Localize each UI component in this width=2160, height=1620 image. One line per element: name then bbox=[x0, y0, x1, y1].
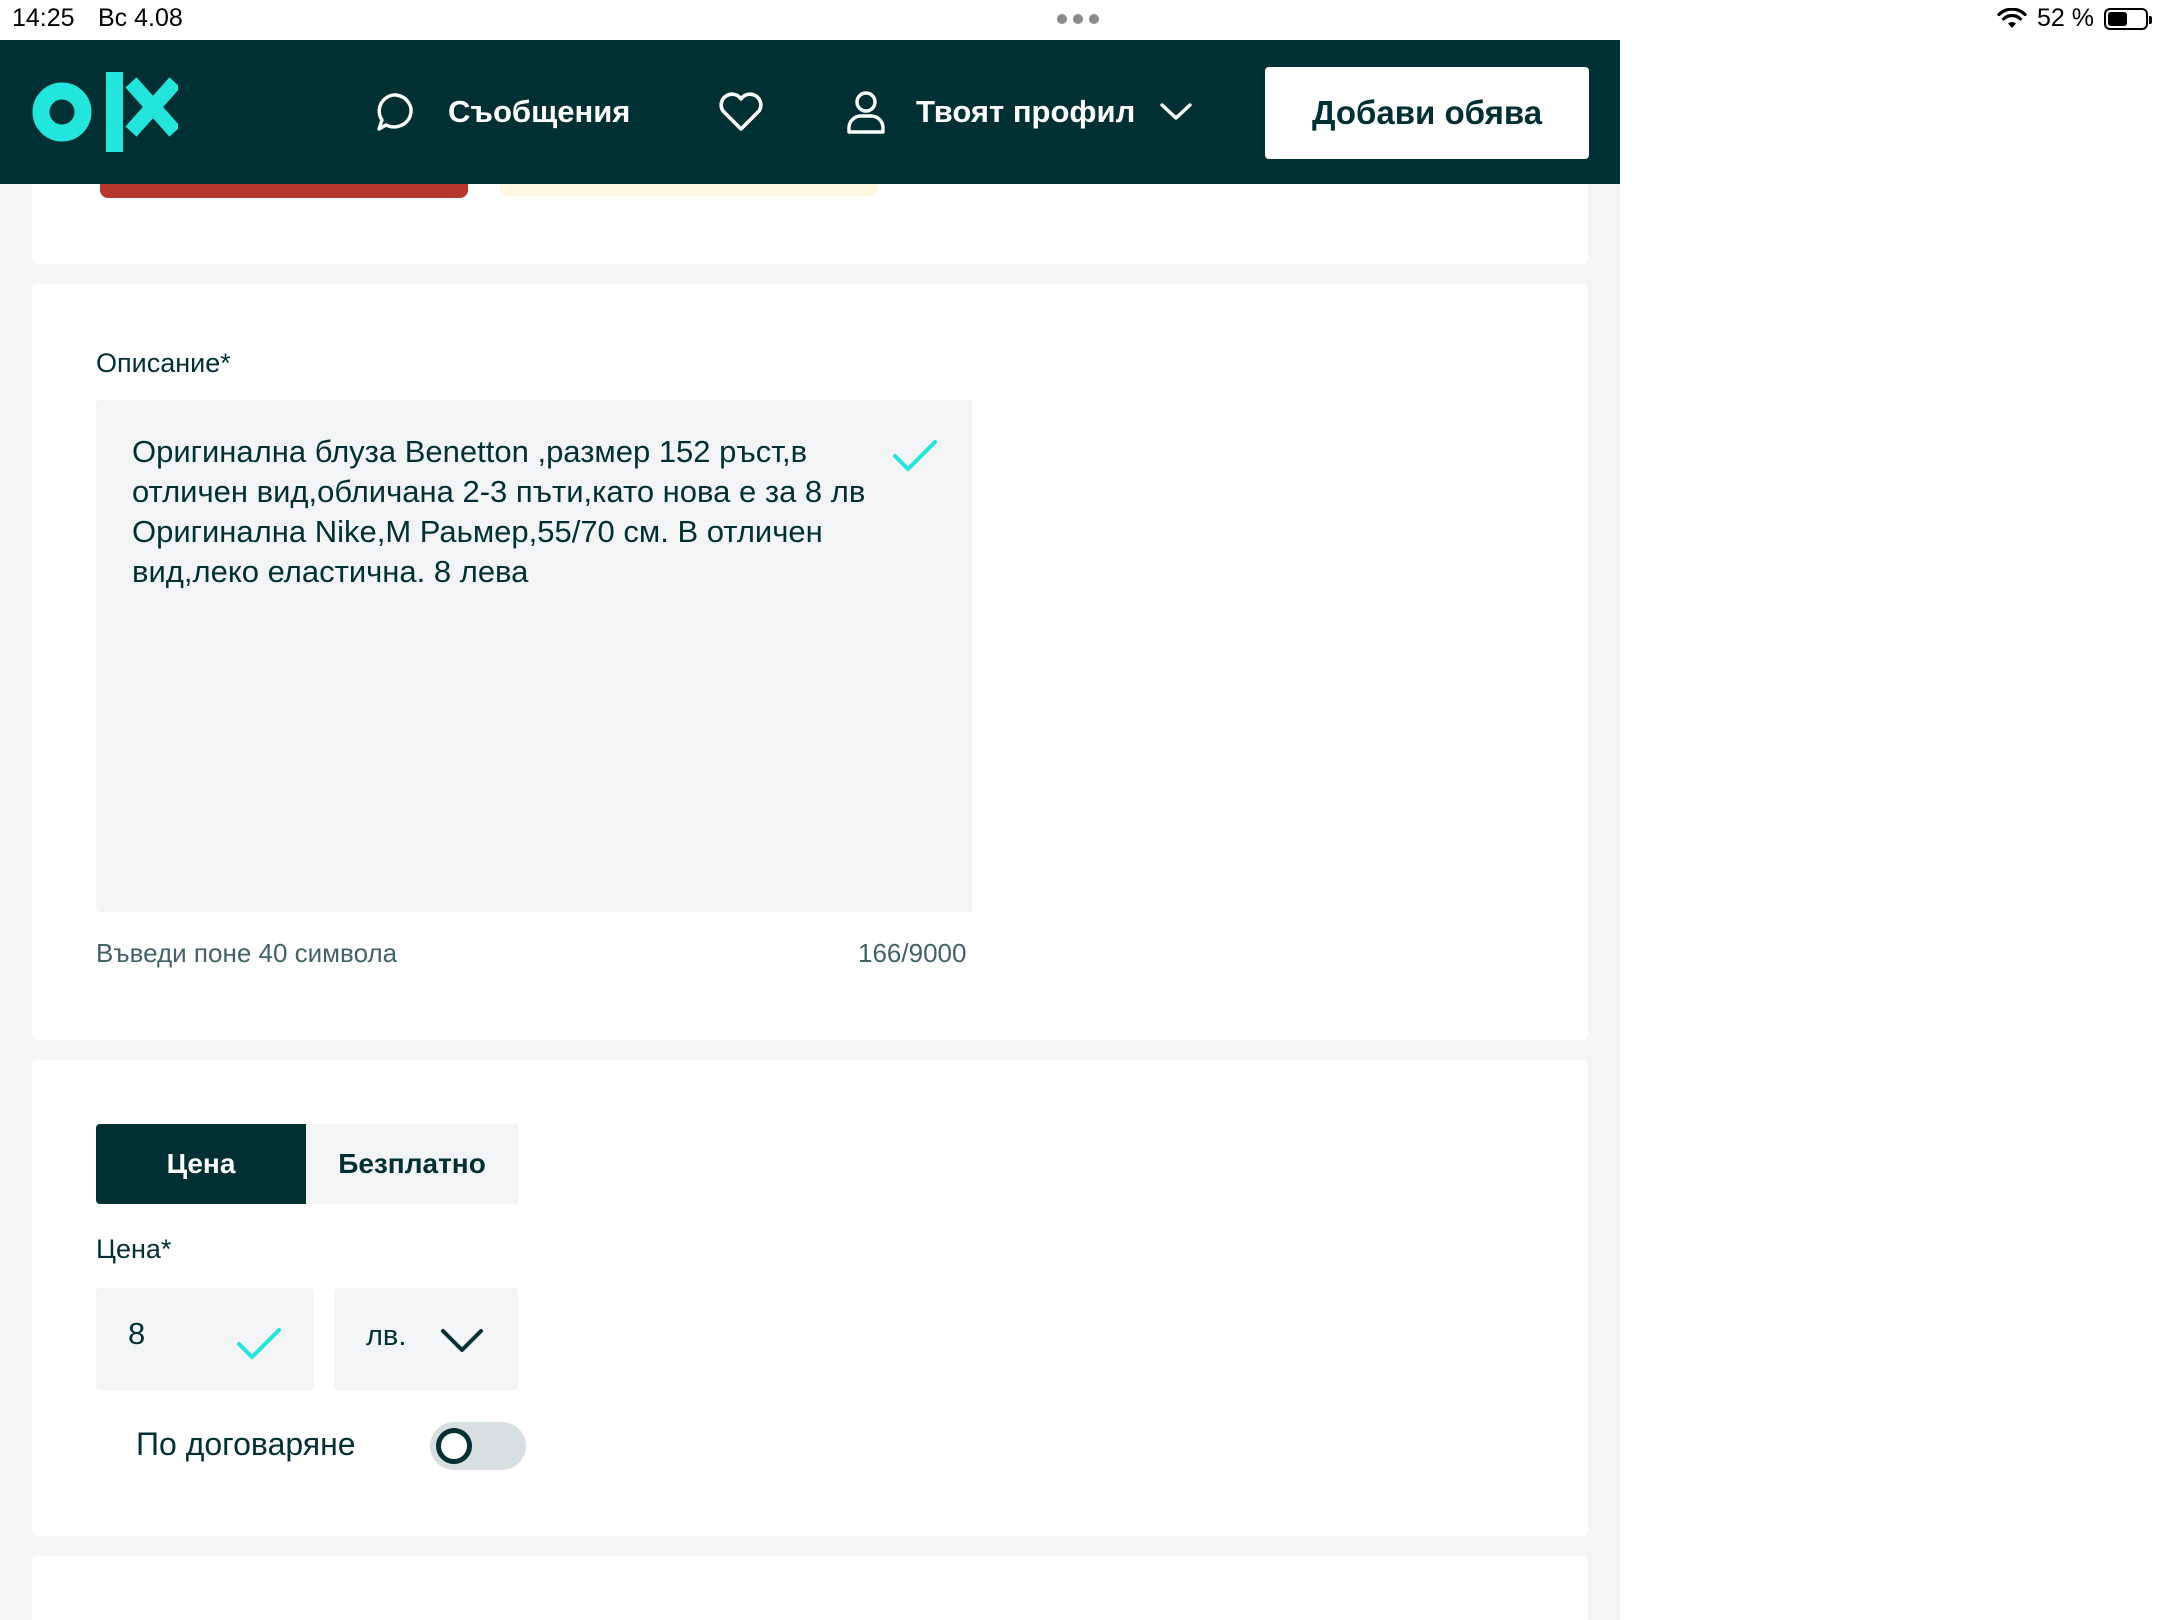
tab-price[interactable]: Цена bbox=[96, 1124, 306, 1204]
favorites-link[interactable] bbox=[718, 40, 764, 184]
description-textarea[interactable]: Оригинална блуза Benetton ,размер 152 ръ… bbox=[96, 400, 972, 912]
negotiable-toggle[interactable] bbox=[430, 1422, 526, 1470]
olx-logo[interactable] bbox=[32, 70, 178, 154]
battery-icon bbox=[2104, 7, 2152, 30]
currency-select[interactable]: лв. bbox=[334, 1288, 518, 1390]
character-counter: 166/9000 bbox=[858, 938, 967, 968]
chevron-down-icon bbox=[441, 1329, 483, 1352]
add-listing-button[interactable]: Добави обява bbox=[1265, 67, 1589, 159]
description-hint: Въведи поне 40 символа bbox=[96, 938, 398, 968]
next-card bbox=[32, 1556, 1588, 1620]
profile-label: Твоят профил bbox=[916, 94, 1136, 129]
negotiable-label: По договаряне bbox=[136, 1426, 356, 1462]
heart-icon bbox=[719, 92, 763, 131]
site-header: Съобщения Твоят профил Добави обява bbox=[0, 40, 1620, 184]
status-date: Вс 4.08 bbox=[98, 4, 183, 32]
description-label: Описание* bbox=[96, 348, 231, 378]
chat-bubble-icon bbox=[377, 93, 413, 131]
currency-value: лв. bbox=[366, 1320, 407, 1352]
tab-free[interactable]: Безплатно bbox=[306, 1124, 518, 1204]
profile-menu[interactable]: Твоят профил bbox=[844, 40, 1193, 184]
user-icon bbox=[847, 91, 885, 134]
price-input[interactable]: 8 bbox=[96, 1288, 314, 1390]
battery-percent: 52 % bbox=[2037, 4, 2094, 32]
check-icon bbox=[893, 440, 937, 471]
photo-thumbnail[interactable] bbox=[500, 184, 878, 196]
price-label: Цена* bbox=[96, 1234, 172, 1264]
price-value: 8 bbox=[128, 1316, 146, 1351]
check-icon bbox=[237, 1328, 281, 1359]
description-text: Оригинална блуза Benetton ,размер 152 ръ… bbox=[132, 434, 866, 589]
multitasking-dots-icon[interactable] bbox=[1057, 14, 1099, 24]
messages-label: Съобщения bbox=[448, 94, 631, 129]
photo-thumbnail[interactable] bbox=[100, 184, 468, 198]
status-indicators: 52 % bbox=[1997, 4, 2152, 33]
page: Съобщения Твоят профил Добави обява Опис… bbox=[0, 40, 1620, 1620]
status-bar: 14:25 Вс 4.08 52 % bbox=[0, 0, 2160, 40]
messages-link[interactable]: Съобщения bbox=[374, 40, 630, 184]
wifi-icon bbox=[1997, 7, 2027, 28]
status-time: 14:25 bbox=[12, 4, 75, 32]
chevron-down-icon bbox=[1160, 103, 1192, 120]
toggle-knob bbox=[436, 1428, 472, 1464]
